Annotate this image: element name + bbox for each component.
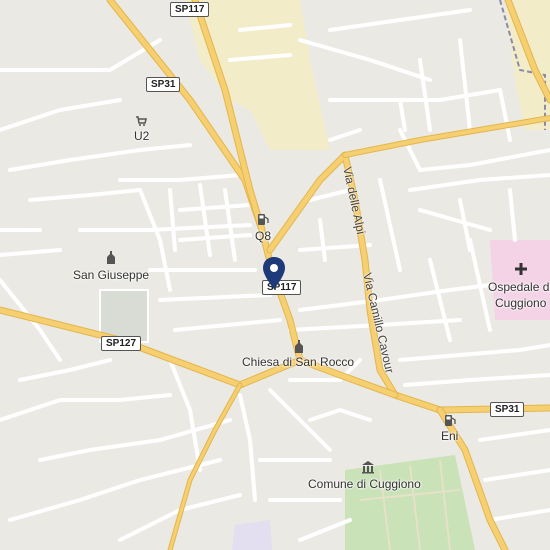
hospital-cross-icon[interactable] xyxy=(514,262,528,276)
shopping-cart-icon[interactable] xyxy=(134,114,148,128)
industrial-area-ne xyxy=(505,0,550,130)
road-shield-sp117-top: SP117 xyxy=(170,2,210,17)
location-pin-icon[interactable] xyxy=(261,256,287,290)
church-icon[interactable] xyxy=(104,251,118,265)
map-view[interactable]: SP117 SP31 SP117 SP127 SP31 Via delle Al… xyxy=(0,0,550,550)
poi-label-comune-di-cuggiono[interactable]: Comune di Cuggiono xyxy=(308,477,421,491)
road-shield-sp127: SP127 xyxy=(101,336,142,351)
church-icon-san-rocco[interactable] xyxy=(292,340,306,354)
school-area xyxy=(232,520,272,550)
poi-label-eni[interactable]: Eni xyxy=(441,429,458,443)
poi-label-ospedale-line2[interactable]: Cuggiono xyxy=(495,296,546,310)
poi-label-q8[interactable]: Q8 xyxy=(255,229,271,243)
town-hall-icon[interactable] xyxy=(361,460,375,474)
poi-label-chiesa-san-rocco[interactable]: Chiesa di San Rocco xyxy=(242,355,354,369)
fuel-icon-eni[interactable] xyxy=(443,413,457,427)
poi-label-san-giuseppe[interactable]: San Giuseppe xyxy=(73,268,149,282)
road-shield-sp31-left: SP31 xyxy=(146,77,181,92)
fuel-icon[interactable] xyxy=(256,212,270,226)
poi-label-u2[interactable]: U2 xyxy=(134,129,149,143)
road-shield-sp31-right: SP31 xyxy=(490,402,525,417)
poi-label-ospedale-line1[interactable]: Ospedale di xyxy=(488,280,550,294)
